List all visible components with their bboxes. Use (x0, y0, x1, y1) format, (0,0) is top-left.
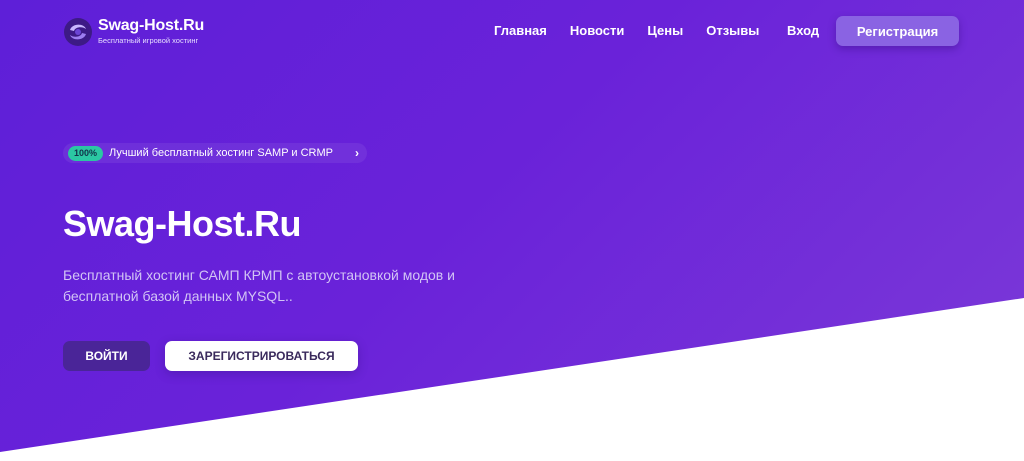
nav-item-news[interactable]: Новости (570, 23, 625, 39)
brand-tagline: Бесплатный игровой хостинг (98, 36, 199, 45)
main-nav: Главная Новости Цены Отзывы (494, 23, 782, 39)
nav-item-prices[interactable]: Цены (647, 23, 683, 39)
brand-logo[interactable]: Swag-Host.Ru Бесплатный игровой хостинг (64, 17, 204, 46)
login-button[interactable]: ВОЙТИ (63, 341, 150, 371)
swirl-logo-icon (64, 17, 92, 46)
hero-title: Swag-Host.Ru (63, 203, 302, 244)
register-button[interactable]: Регистрация (836, 16, 959, 46)
nav-item-reviews[interactable]: Отзывы (706, 23, 759, 39)
brand-name: Swag-Host.Ru (98, 17, 205, 34)
nav-item-home[interactable]: Главная (494, 23, 547, 39)
signup-button[interactable]: ЗАРЕГИСТРИРОВАТЬСЯ (165, 341, 358, 371)
promo-badge-text: Лучший бесплатный хостинг SAMP и CRMP (109, 147, 333, 159)
percent-pill: 100% (68, 145, 104, 161)
login-link[interactable]: Вход (787, 23, 819, 39)
chevron-right-icon: › (355, 146, 359, 160)
hero-description: Бесплатный хостинг САМП КРМП с автоустан… (63, 267, 455, 304)
promo-badge[interactable]: 100% Лучший бесплатный хостинг SAMP и CR… (63, 143, 367, 163)
